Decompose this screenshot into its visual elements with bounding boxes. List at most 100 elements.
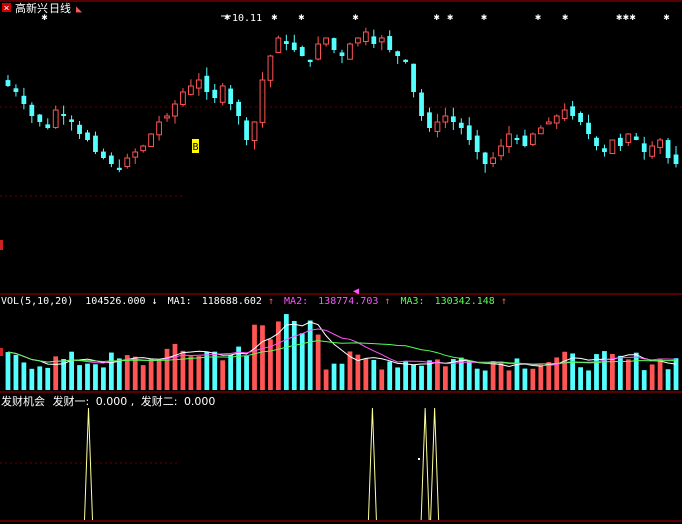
candle: [427, 107, 432, 132]
volume-bar: [522, 368, 528, 390]
candle-body: [116, 167, 122, 170]
event-star-icon: ✱: [630, 12, 636, 23]
candle: [85, 129, 90, 142]
candle: [545, 117, 552, 125]
candle-body: [371, 36, 377, 44]
volume-header: VOL(5,10,20) 104526.000 ↓ MA1: 118688.60…: [1, 296, 507, 307]
candle-body: [466, 125, 472, 140]
volume-bar: [339, 363, 345, 390]
candle-body: [514, 138, 520, 140]
candle: [458, 118, 464, 135]
candle: [649, 141, 656, 159]
volume-bar: [562, 351, 568, 390]
event-star-icon: ✱: [535, 12, 541, 23]
ma2-label: MA2:: [284, 296, 308, 307]
candle-body: [570, 106, 576, 116]
volume-bar: [244, 356, 249, 390]
volume-bar: [379, 369, 385, 390]
stock-chart[interactable]: × 高新兴 日线 ◣ 10.11 ✱ ✱ ✱ ✱ ✱ ✱ ✱ ✱ ✱ ✱ ✱ ✱ ✱ ✱ B ◀ VOL(…: [0, 0, 682, 524]
candle-body: [633, 136, 639, 140]
candle: [442, 107, 449, 129]
volume-bar: [188, 356, 194, 390]
candle-body: [204, 75, 210, 92]
candle-body: [93, 135, 98, 152]
candle-body: [641, 143, 647, 152]
volume-bar: [77, 365, 82, 390]
ma2-value: 138774.703: [318, 296, 378, 307]
candle: [411, 63, 416, 98]
candle: [617, 133, 623, 151]
volume-bar: [315, 334, 321, 390]
candle-body: [657, 139, 664, 148]
volume-bar: [506, 370, 512, 390]
volume-bar: [196, 356, 202, 390]
candle: [434, 113, 441, 138]
candle-body: [212, 89, 218, 98]
candle: [93, 131, 98, 155]
candle: [45, 118, 51, 130]
line2-value: 0.000: [184, 395, 216, 408]
event-stars: ✱ ✱ ✱ ✱ ✱ ✱ ✱ ✱ ✱ ✱ ✱ ✱ ✱ ✱: [42, 12, 670, 23]
ma2-arrow: ↑: [384, 296, 390, 307]
volume-bar: [657, 358, 663, 390]
candle-body: [442, 115, 449, 123]
candle: [204, 67, 210, 100]
volume-bar: [435, 359, 440, 390]
volume-bar: [617, 355, 623, 390]
line2-label-text: 发财二:: [141, 394, 178, 408]
candle-body: [236, 101, 241, 116]
candle-body: [188, 85, 194, 95]
candle: [299, 45, 305, 57]
candle: [228, 85, 234, 111]
volume-bar: [403, 361, 409, 390]
candle-body: [403, 59, 409, 62]
candle-body: [673, 154, 679, 164]
candle: [140, 144, 147, 153]
volume-bar: [602, 351, 607, 390]
period-arrow-icon[interactable]: ◣: [76, 4, 82, 15]
event-star-icon: ✱: [663, 12, 669, 23]
candle: [61, 105, 67, 125]
vol-label: VOL(5,10,20): [1, 296, 73, 307]
ma3-line: [7, 340, 677, 365]
volume-bar: [649, 364, 655, 390]
candle: [267, 54, 274, 88]
candle: [29, 102, 35, 124]
candle: [347, 42, 353, 60]
svg-text:发财机会 发财一: 0.000: 发财机会 发财一: 0.000 , 发财二: 0.000: [1, 394, 215, 408]
volume-bar: [45, 367, 51, 390]
candle-body: [347, 43, 353, 60]
volume-bar: [554, 357, 560, 390]
volume-bar: [172, 343, 178, 390]
volume-bar: [93, 364, 98, 390]
candle-body: [378, 37, 385, 43]
candle-body: [45, 124, 51, 128]
candle: [52, 105, 59, 130]
price-candles: [5, 27, 679, 173]
candle: [283, 34, 289, 51]
candle-body: [545, 121, 552, 125]
candle: [474, 129, 480, 160]
candle-body: [665, 140, 671, 158]
volume-bar: [260, 325, 265, 390]
signal-spike: [84, 407, 93, 521]
candle: [450, 107, 456, 130]
candle-body: [315, 43, 322, 60]
event-star-icon: ✱: [224, 12, 230, 23]
volume-bar: [13, 354, 19, 390]
candle-body: [331, 38, 337, 50]
vol-value: 104526.000: [85, 296, 145, 307]
volume-bar: [498, 361, 504, 390]
candle-body: [609, 139, 616, 155]
candle: [498, 138, 504, 161]
candle: [69, 115, 74, 131]
candle-body: [625, 133, 632, 143]
line2-label: ,: [131, 395, 135, 408]
indicator-header: 发财机会 发财一: 0.000 , 发财二: 0.000: [1, 394, 215, 408]
candle: [251, 121, 258, 150]
candle-body: [522, 135, 528, 146]
candle-body: [450, 116, 456, 122]
candle-body: [69, 119, 74, 122]
candle-body: [52, 109, 59, 128]
volume-bar: [490, 361, 496, 390]
